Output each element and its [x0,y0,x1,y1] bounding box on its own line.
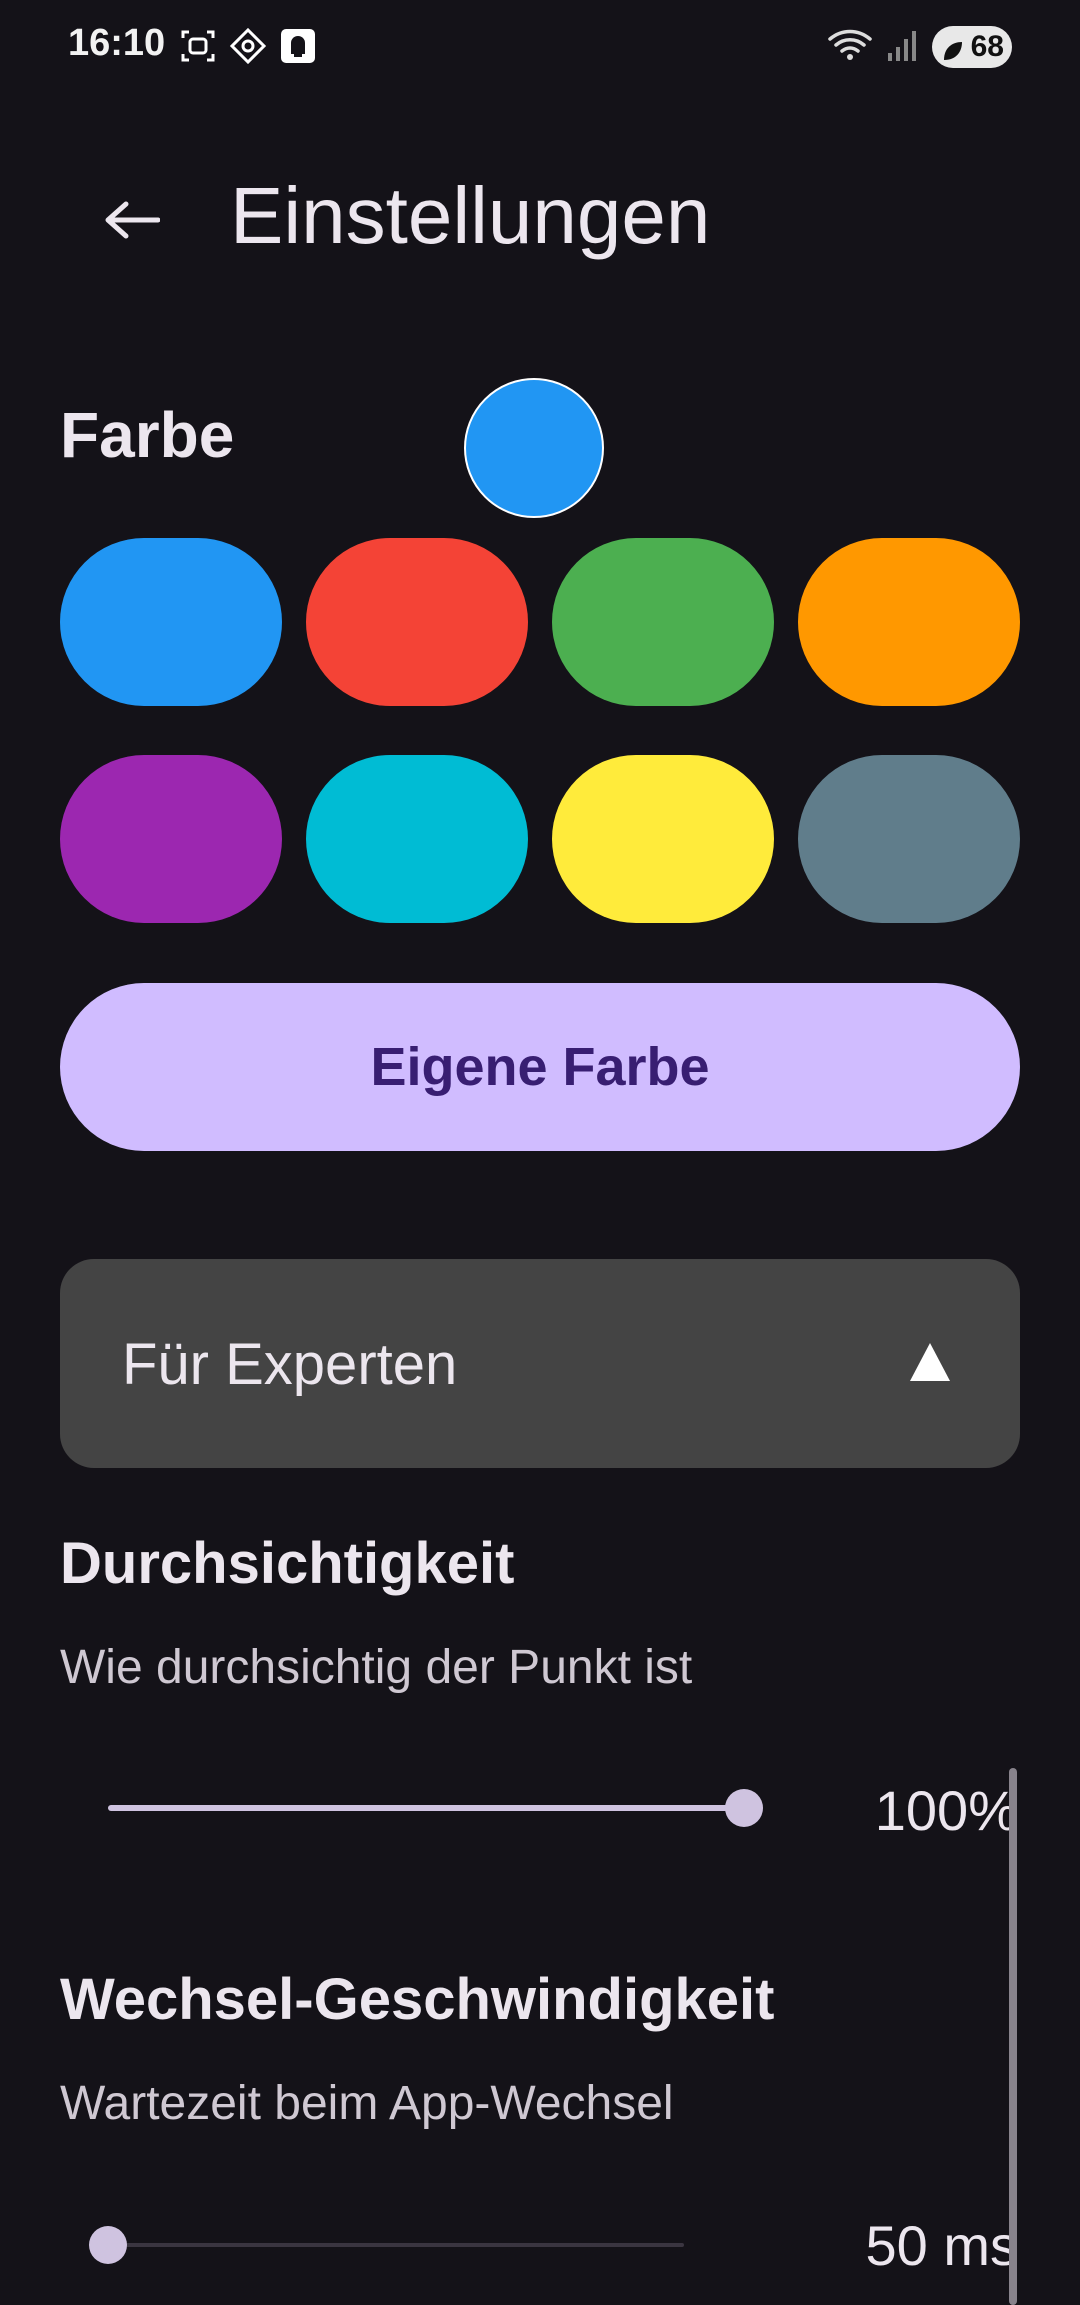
color-swatch-yellow[interactable] [552,755,774,923]
scan-icon [229,27,267,65]
opacity-description: Wie durchsichtig der Punkt ist [60,1641,693,1694]
expert-panel-label: Für Experten [122,1332,458,1397]
slider-thumb[interactable] [89,2226,127,2264]
notification-app-icon [280,28,316,64]
color-swatch-cyan[interactable] [306,755,528,923]
battery-icon: 68 [932,26,1012,68]
opacity-value: 100% [874,1779,1018,1842]
switch-speed-value: 50 ms [865,2214,1019,2277]
expert-panel-toggle[interactable]: Für Experten [60,1259,1020,1468]
color-section-label: Farbe [60,399,235,471]
triangle-up-icon [910,1343,950,1381]
status-icons-right: 68 [828,26,1012,68]
page-title: Einstellungen [230,171,711,260]
color-swatch-orange[interactable] [798,538,1020,706]
screenshot-icon [180,28,216,64]
back-button[interactable] [90,180,174,264]
slider-thumb[interactable] [725,1789,763,1827]
opacity-title: Durchsichtigkeit [60,1531,515,1596]
color-swatch-red[interactable] [306,538,528,706]
color-preview-dot [464,378,604,518]
color-swatch-green[interactable] [552,538,774,706]
slider-track [108,2243,684,2247]
scrollbar[interactable] [1009,1768,1017,2305]
switch-speed-description: Wartezeit beim App-Wechsel [60,2077,674,2130]
wifi-icon [828,27,872,68]
color-swatch-purple[interactable] [60,755,282,923]
opacity-slider[interactable] [108,1788,763,1828]
arrow-left-icon [104,200,161,245]
signal-icon [886,27,918,68]
status-time: 16:10 [68,22,166,64]
slider-fill [108,1805,744,1811]
status-icons-left [180,27,316,65]
switch-speed-title: Wechsel-Geschwindigkeit [60,1967,775,2032]
custom-color-button[interactable]: Eigene Farbe [60,983,1020,1151]
leaf-icon [942,36,964,60]
battery-level: 68 [970,30,1004,63]
color-swatch-blue[interactable] [60,538,282,706]
switch-speed-slider[interactable] [89,2225,684,2265]
status-bar: 16:10 68 [0,0,1080,96]
color-swatch-blue-grey[interactable] [798,755,1020,923]
